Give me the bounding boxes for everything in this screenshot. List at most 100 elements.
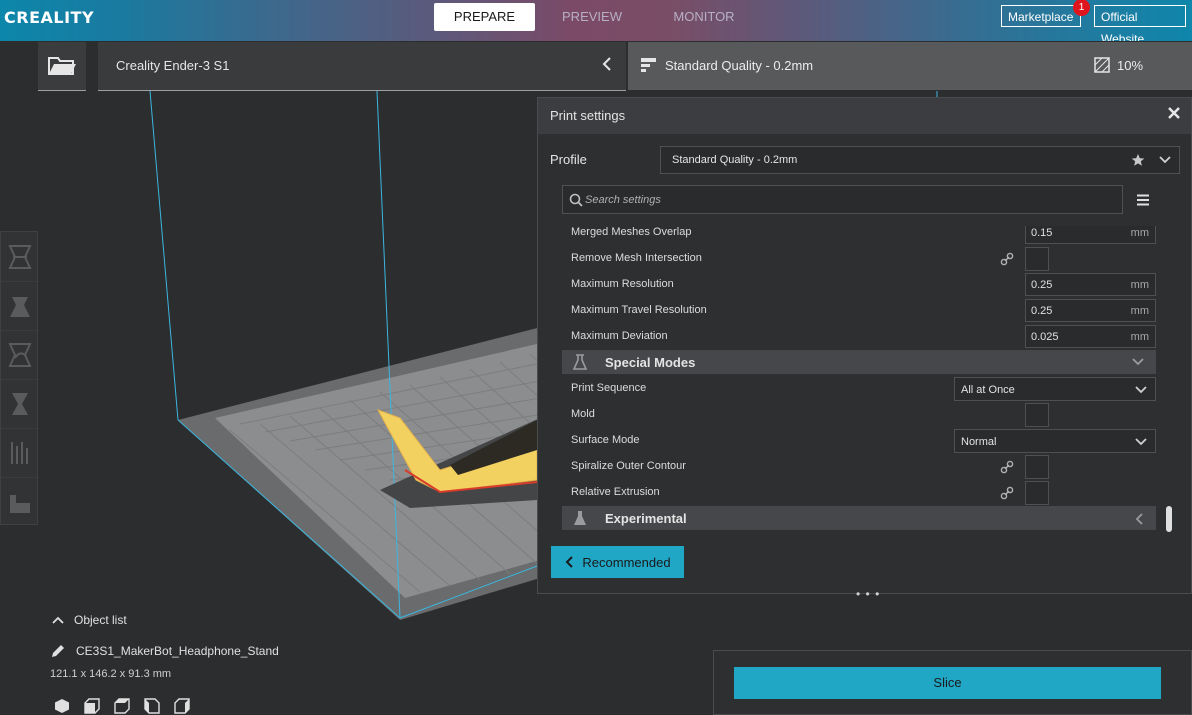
search-settings-input[interactable]: Search settings — [562, 185, 1123, 214]
merged-meshes-overlap-field[interactable]: 0.15 mm — [1025, 226, 1156, 244]
maximum-travel-resolution-field[interactable]: 0.25 mm — [1025, 299, 1156, 322]
settings-visibility-menu-icon[interactable] — [1136, 194, 1150, 206]
left-view-icon[interactable] — [144, 698, 160, 714]
object-list-title: Object list — [74, 613, 127, 627]
chevron-left-icon[interactable] — [600, 56, 614, 72]
category-experimental[interactable]: Experimental — [562, 506, 1156, 530]
recommended-label: Recommended — [582, 554, 671, 570]
chevron-down-icon — [1159, 156, 1171, 164]
setting-label: Mold — [571, 408, 595, 420]
print-sequence-dropdown[interactable]: All at Once — [954, 377, 1156, 401]
object-list-toggle[interactable]: Object list — [52, 613, 127, 627]
star-icon[interactable] — [1131, 153, 1145, 167]
setting-maximum-resolution: Maximum Resolution 0.25 mm — [562, 272, 1156, 298]
experimental-flask-icon — [574, 511, 586, 525]
search-icon — [569, 193, 583, 207]
close-icon[interactable] — [1167, 106, 1181, 120]
print-settings-panel: Print settings Profile Standard Quality … — [537, 97, 1192, 601]
dropdown-value: Normal — [961, 436, 997, 448]
setting-surface-mode: Surface Mode Normal — [562, 428, 1156, 454]
move-icon — [8, 244, 32, 269]
setting-maximum-travel-resolution: Maximum Travel Resolution 0.25 mm — [562, 298, 1156, 324]
category-label: Special Modes — [605, 355, 696, 370]
setting-relative-extrusion: Relative Extrusion — [562, 480, 1156, 506]
mirror-tool-button[interactable] — [1, 379, 39, 429]
mold-checkbox[interactable] — [1025, 403, 1049, 427]
scale-tool-button[interactable] — [1, 281, 39, 331]
settings-scrollbar[interactable] — [1166, 506, 1172, 532]
setting-label: Surface Mode — [571, 434, 640, 446]
setting-remove-mesh-intersection: Remove Mesh Intersection — [562, 246, 1156, 272]
chevron-down-icon — [1135, 386, 1147, 394]
setting-label: Remove Mesh Intersection — [571, 252, 702, 264]
profile-label: Profile — [550, 152, 587, 167]
settings-list: Merged Meshes Overlap 0.15 mm Remove Mesh… — [562, 226, 1156, 533]
quality-profile-icon — [641, 58, 656, 72]
link-icon[interactable] — [1000, 460, 1014, 474]
setting-mold: Mold — [562, 402, 1156, 428]
setting-spiralize-outer-contour: Spiralize Outer Contour — [562, 454, 1156, 480]
panel-resize-handle[interactable]: • • • — [856, 587, 880, 601]
setting-maximum-deviation: Maximum Deviation 0.025 mm — [562, 324, 1156, 350]
object-dimensions: 121.1 x 146.2 x 91.3 mm — [50, 668, 172, 680]
field-value: 0.25 — [1031, 279, 1053, 291]
setting-label: Maximum Resolution — [571, 278, 674, 290]
folder-icon — [48, 57, 76, 75]
camera-view-buttons — [54, 698, 190, 714]
setting-merged-meshes-overlap: Merged Meshes Overlap 0.15 mm — [562, 226, 1156, 246]
move-tool-button[interactable] — [1, 232, 39, 282]
profile-dropdown[interactable]: Standard Quality - 0.2mm — [660, 146, 1180, 174]
field-unit: mm — [1130, 305, 1149, 317]
field-value: 0.15 — [1031, 227, 1053, 239]
per-model-settings-button[interactable] — [1, 428, 39, 478]
quality-profile-label: Standard Quality - 0.2mm — [665, 58, 814, 73]
infill-icon — [1094, 57, 1110, 73]
per-model-settings-icon — [11, 441, 28, 464]
print-setup-selector[interactable]: Standard Quality - 0.2mm 10% — [628, 42, 1192, 90]
relative-extrusion-checkbox[interactable] — [1025, 481, 1049, 505]
field-unit: mm — [1130, 279, 1149, 291]
machine-selector[interactable]: Creality Ender-3 S1 — [98, 42, 626, 91]
front-view-icon[interactable] — [84, 698, 100, 714]
setting-label: Spiralize Outer Contour — [571, 460, 686, 472]
special-modes-icon — [572, 354, 588, 370]
slice-panel: Slice — [713, 650, 1192, 715]
field-value: 0.025 — [1031, 331, 1059, 343]
build-volume-edge — [149, 90, 179, 421]
panel-title: Print settings — [550, 108, 626, 123]
right-view-icon[interactable] — [174, 698, 190, 714]
search-placeholder: Search settings — [585, 194, 661, 206]
pencil-icon — [52, 645, 64, 657]
setting-label: Merged Meshes Overlap — [571, 226, 692, 238]
setting-label: Print Sequence — [571, 382, 647, 394]
rotate-tool-button[interactable] — [1, 330, 39, 380]
open-file-button[interactable] — [38, 42, 86, 91]
field-value: 0.25 — [1031, 305, 1053, 317]
maximum-deviation-field[interactable]: 0.025 mm — [1025, 325, 1156, 348]
infill-percentage: 10% — [1117, 58, 1144, 73]
left-toolbar — [0, 231, 39, 526]
surface-mode-dropdown[interactable]: Normal — [954, 429, 1156, 453]
field-unit: mm — [1130, 331, 1149, 343]
category-special-modes[interactable]: Special Modes — [562, 350, 1156, 374]
object-name: CE3S1_MakerBot_Headphone_Stand — [76, 644, 279, 658]
3d-view-icon[interactable] — [54, 698, 70, 714]
print-settings-header: Print settings — [538, 98, 1191, 134]
link-icon[interactable] — [1000, 486, 1014, 500]
object-name-row[interactable]: CE3S1_MakerBot_Headphone_Stand — [50, 643, 279, 659]
recommended-button[interactable]: Recommended — [551, 546, 684, 578]
link-icon[interactable] — [1000, 252, 1014, 266]
top-view-icon[interactable] — [114, 698, 130, 714]
spiralize-outer-contour-checkbox[interactable] — [1025, 455, 1049, 479]
chevron-down-icon — [1132, 358, 1144, 366]
setting-print-sequence: Print Sequence All at Once — [562, 376, 1156, 402]
profile-value: Standard Quality - 0.2mm — [672, 154, 798, 166]
remove-mesh-intersection-checkbox[interactable] — [1025, 247, 1049, 271]
maximum-resolution-field[interactable]: 0.25 mm — [1025, 273, 1156, 296]
slice-button[interactable]: Slice — [734, 667, 1161, 699]
dropdown-value: All at Once — [961, 384, 1015, 396]
mirror-icon — [12, 392, 28, 415]
rotate-icon — [8, 342, 32, 367]
setting-label: Maximum Deviation — [571, 330, 668, 342]
support-blocker-button[interactable] — [1, 477, 39, 526]
